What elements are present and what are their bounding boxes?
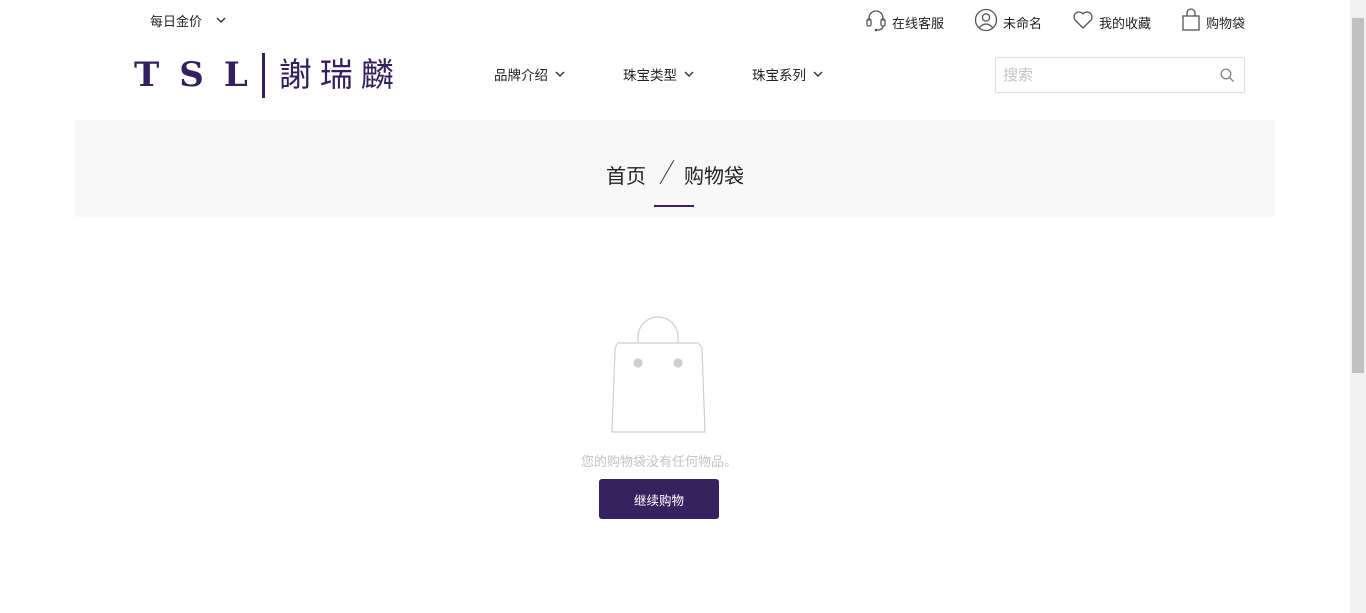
account-link[interactable]: 未命名 xyxy=(974,8,1042,36)
top-utility-bar: 每日金价 在线客服 未命名 我的收藏 购物袋 xyxy=(0,0,1350,40)
breadcrumb-underline xyxy=(654,205,694,207)
chevron-down-icon xyxy=(555,66,565,82)
shopping-bag-link[interactable]: 购物袋 xyxy=(1181,8,1245,36)
shopping-bag-label: 购物袋 xyxy=(1205,16,1245,32)
shopping-bag-icon xyxy=(1181,8,1206,36)
online-service-link[interactable]: 在线客服 xyxy=(865,8,944,36)
favorites-label: 我的收藏 xyxy=(1098,16,1151,32)
chevron-down-icon xyxy=(216,13,226,28)
page-scrollbar[interactable] xyxy=(1350,0,1366,613)
nav-brand-intro-label: 品牌介绍 xyxy=(494,68,548,84)
chevron-down-icon xyxy=(684,66,694,82)
breadcrumb: 首页 购物袋 xyxy=(75,158,1275,191)
search-icon[interactable] xyxy=(1220,68,1235,87)
chevron-down-icon xyxy=(813,66,823,82)
breadcrumb-separator xyxy=(658,158,676,191)
main-nav: 品牌介绍 珠宝类型 珠宝系列 xyxy=(494,64,881,84)
gold-price-dropdown[interactable]: 每日金价 xyxy=(150,11,226,30)
search-box xyxy=(995,57,1245,93)
logo-divider xyxy=(261,52,265,98)
logo-chinese: 謝瑞麟 xyxy=(278,55,402,94)
breadcrumb-home[interactable]: 首页 xyxy=(606,160,646,189)
account-label: 未命名 xyxy=(1002,16,1042,32)
online-service-label: 在线客服 xyxy=(891,16,944,32)
heart-icon xyxy=(1072,10,1099,34)
user-icon xyxy=(974,8,1003,36)
nav-jewelry-series-label: 珠宝系列 xyxy=(752,68,806,84)
scrollbar-thumb[interactable] xyxy=(1352,18,1364,373)
nav-brand-intro[interactable]: 品牌介绍 xyxy=(494,64,565,84)
empty-bag-message: 您的购物袋没有任何物品。 xyxy=(580,455,737,470)
continue-shopping-button[interactable]: 继续购物 xyxy=(599,479,719,519)
nav-jewelry-type[interactable]: 珠宝类型 xyxy=(623,64,694,84)
nav-jewelry-series[interactable]: 珠宝系列 xyxy=(752,64,823,84)
favorites-link[interactable]: 我的收藏 xyxy=(1072,10,1151,34)
breadcrumb-current: 购物袋 xyxy=(684,164,744,188)
utility-links: 在线客服 未命名 我的收藏 购物袋 xyxy=(835,8,1245,36)
tsl-logo[interactable]: TSL 謝瑞麟 xyxy=(134,52,402,98)
gold-price-label: 每日金价 xyxy=(150,15,203,30)
nav-jewelry-type-label: 珠宝类型 xyxy=(623,68,677,84)
empty-bag-illustration xyxy=(608,315,708,439)
search-input[interactable] xyxy=(996,58,1206,92)
breadcrumb-banner: 首页 购物袋 xyxy=(75,120,1275,217)
logo-latin: TSL xyxy=(134,55,268,95)
headset-icon xyxy=(865,8,892,36)
